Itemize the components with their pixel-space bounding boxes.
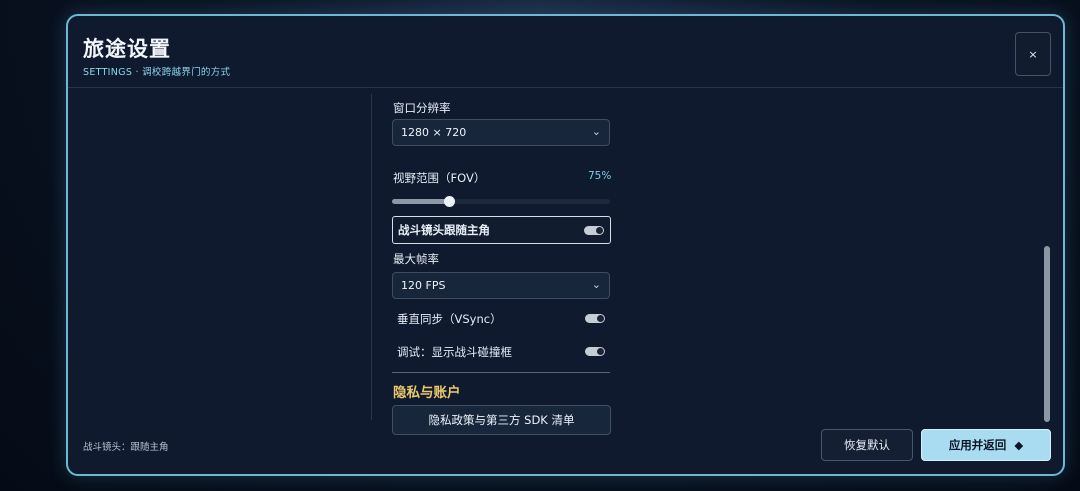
scrollbar-thumb[interactable]: [1044, 246, 1050, 422]
toggle-knob: [597, 315, 604, 322]
fov-slider-fill: [392, 199, 449, 204]
debug-hitbox-toggle[interactable]: [585, 347, 605, 356]
vsync-toggle[interactable]: [585, 314, 605, 323]
max-fps-select[interactable]: 120 FPS ⌄: [392, 272, 610, 299]
diamond-icon: ◆: [1014, 438, 1024, 452]
camera-follow-row[interactable]: 战斗镜头跟随主角: [392, 216, 611, 244]
close-icon: ×: [1028, 47, 1038, 61]
scrollbar[interactable]: [1044, 96, 1050, 422]
vsync-label: 垂直同步（VSync）: [397, 312, 502, 326]
footer-status: 战斗镜头：跟随主角: [83, 442, 169, 453]
privacy-policy-button[interactable]: 隐私政策与第三方 SDK 清单: [392, 405, 611, 435]
max-fps-value: 120 FPS: [401, 279, 446, 292]
camera-follow-toggle[interactable]: [584, 226, 604, 235]
reset-defaults-button[interactable]: 恢复默认: [821, 429, 913, 461]
max-fps-label: 最大帧率: [393, 252, 439, 266]
fov-slider[interactable]: [392, 196, 610, 207]
privacy-section-title: 隐私与账户: [393, 385, 461, 401]
debug-hitbox-row[interactable]: 调试：显示战斗碰撞框: [392, 338, 611, 366]
header-divider: [68, 87, 1063, 88]
toggle-knob: [596, 227, 603, 234]
fov-label: 视野范围（FOV）: [393, 171, 486, 185]
dialog-title: 旅途设置: [83, 37, 171, 61]
chevron-down-icon: ⌄: [591, 125, 601, 138]
vsync-row[interactable]: 垂直同步（VSync）: [392, 305, 611, 333]
resolution-select[interactable]: 1280 × 720 ⌄: [392, 119, 610, 146]
fov-slider-handle[interactable]: [443, 196, 455, 207]
section-divider: [392, 372, 610, 373]
settings-dialog: 旅途设置 SETTINGS · 调校跨越界门的方式 × 窗口分辨率 1280 ×…: [66, 14, 1065, 476]
camera-follow-label: 战斗镜头跟随主角: [398, 223, 490, 237]
apply-return-label: 应用并返回: [948, 438, 1007, 452]
resolution-label: 窗口分辨率: [393, 101, 451, 115]
resolution-value: 1280 × 720: [401, 126, 467, 139]
dialog-subtitle: SETTINGS · 调校跨越界门的方式: [83, 67, 231, 78]
apply-return-button[interactable]: 应用并返回 ◆: [921, 429, 1051, 461]
close-button[interactable]: ×: [1015, 32, 1051, 76]
debug-hitbox-label: 调试：显示战斗碰撞框: [397, 345, 512, 359]
settings-list: 窗口分辨率 1280 × 720 ⌄ 视野范围（FOV） 75% 战斗镜头跟随主…: [371, 94, 612, 435]
fov-value: 75%: [588, 170, 612, 182]
toggle-knob: [597, 348, 604, 355]
chevron-down-icon: ⌄: [591, 278, 601, 291]
